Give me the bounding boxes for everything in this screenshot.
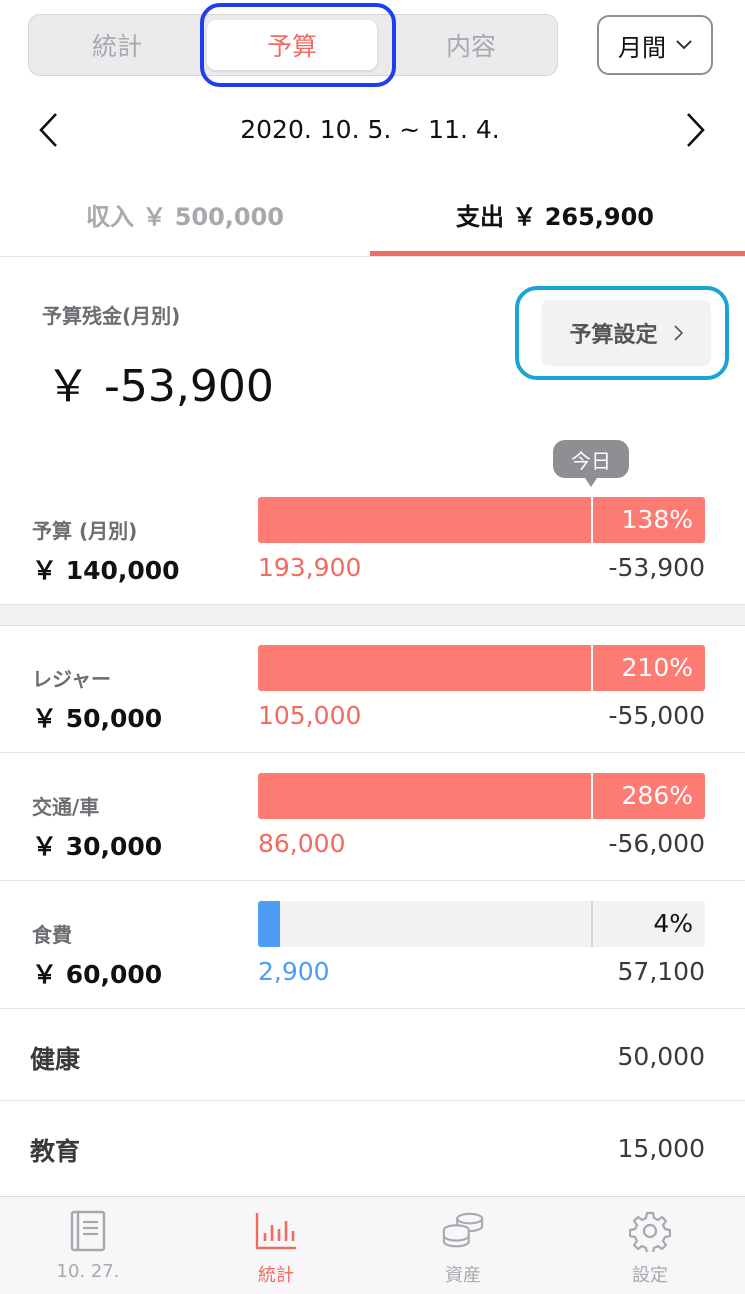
row-divider: [0, 1100, 745, 1101]
chevron-right-icon: [687, 113, 705, 147]
budget-row-amount: ￥ 140,000: [32, 556, 180, 585]
view-segmented-control: 統計 予算 内容: [28, 14, 558, 76]
budget-remaining: -56,000: [608, 829, 706, 858]
budget-row-health[interactable]: 健康 50,000: [0, 1010, 745, 1102]
today-tick: [591, 645, 593, 691]
row-divider: [0, 752, 745, 753]
budget-row-transport[interactable]: 交通/車 ￥ 30,000 286% 86,000 -56,000: [0, 773, 745, 901]
budget-spent: 105,000: [258, 701, 362, 730]
budget-setting-label: 予算設定: [569, 323, 658, 348]
section-separator: [0, 604, 745, 626]
budget-percent: 138%: [621, 505, 693, 534]
budget-progress-bar: 4%: [258, 901, 705, 947]
budget-row-leisure[interactable]: レジャー ￥ 50,000 210% 105,000 -55,000: [0, 645, 745, 773]
category-value: 15,000: [617, 1134, 705, 1163]
today-marker-tooltip: 今日: [553, 440, 629, 487]
budget-row-education[interactable]: 教育 15,000: [0, 1102, 745, 1194]
budget-row-amount: ￥ 60,000: [32, 960, 163, 989]
gear-icon: [628, 1209, 672, 1253]
budget-progress-bar: 210%: [258, 645, 705, 691]
period-dropdown-label: 月間: [618, 33, 666, 62]
category-value: 50,000: [617, 1042, 705, 1071]
budget-remaining: -53,900: [608, 553, 706, 582]
remaining-budget-label: 予算残金(月別): [42, 304, 181, 328]
budget-row-amount: ￥ 50,000: [32, 704, 163, 733]
date-range-label: 2020. 10. 5. ~ 11. 4.: [240, 115, 500, 144]
tab-expense[interactable]: 支出 ￥ 265,900: [370, 184, 740, 244]
budget-row-name: レジャー: [32, 667, 111, 691]
budget-row-name: 交通/車: [32, 795, 100, 819]
budget-row-name: 食費: [32, 923, 72, 947]
tabbar-item-daily[interactable]: 10. 27.: [28, 1209, 148, 1289]
tabbar-item-settings[interactable]: 設定: [590, 1209, 710, 1289]
next-period-button[interactable]: [678, 110, 714, 150]
today-tick: [591, 497, 593, 543]
budget-spent: 2,900: [258, 957, 330, 986]
category-name: 教育: [30, 1137, 81, 1166]
category-name: 健康: [30, 1045, 81, 1074]
chevron-down-icon: [676, 40, 692, 50]
tab-income[interactable]: 収入 ￥ 500,000: [0, 184, 370, 244]
tabbar-label: 統計: [258, 1265, 294, 1286]
previous-period-button[interactable]: [30, 110, 66, 150]
budget-percent: 4%: [653, 909, 693, 938]
chevron-right-icon: [673, 325, 683, 341]
budget-progress-bar: 286%: [258, 773, 705, 819]
tabbar-item-stats[interactable]: 統計: [216, 1209, 336, 1289]
bar-chart-icon: [254, 1209, 298, 1253]
coins-icon: [441, 1209, 485, 1253]
segment-details[interactable]: 内容: [383, 15, 559, 75]
bottom-tab-bar: 10. 27. 統計 資産 設定: [0, 1196, 745, 1294]
row-divider: [0, 880, 745, 881]
tabbar-item-assets[interactable]: 資産: [403, 1209, 523, 1289]
today-tick: [591, 901, 593, 947]
tab-divider: [0, 256, 745, 257]
tabbar-label: 資産: [445, 1265, 481, 1286]
budget-percent: 210%: [621, 653, 693, 682]
tabbar-label: 設定: [632, 1265, 668, 1286]
remaining-budget-value: ￥ -53,900: [46, 361, 274, 412]
budget-row-amount: ￥ 30,000: [32, 832, 163, 861]
budget-percent: 286%: [621, 781, 693, 810]
book-icon: [66, 1209, 110, 1253]
budget-remaining: 57,100: [617, 957, 705, 986]
budget-spent: 193,900: [258, 553, 362, 582]
budget-progress-fill: [258, 901, 281, 947]
budget-row-name: 予算 (月別): [32, 519, 138, 543]
budget-remaining: -55,000: [608, 701, 706, 730]
tabbar-label: 10. 27.: [56, 1261, 120, 1282]
budget-progress-bar: 138%: [258, 497, 705, 543]
row-divider: [0, 1008, 745, 1009]
period-dropdown-button[interactable]: 月間: [597, 15, 713, 75]
budget-spent: 86,000: [258, 829, 346, 858]
segment-stats[interactable]: 統計: [29, 15, 205, 75]
chevron-left-icon: [39, 113, 57, 147]
budget-setting-button[interactable]: 予算設定: [541, 300, 711, 366]
today-tick: [591, 773, 593, 819]
segment-budget[interactable]: 予算: [207, 20, 377, 70]
